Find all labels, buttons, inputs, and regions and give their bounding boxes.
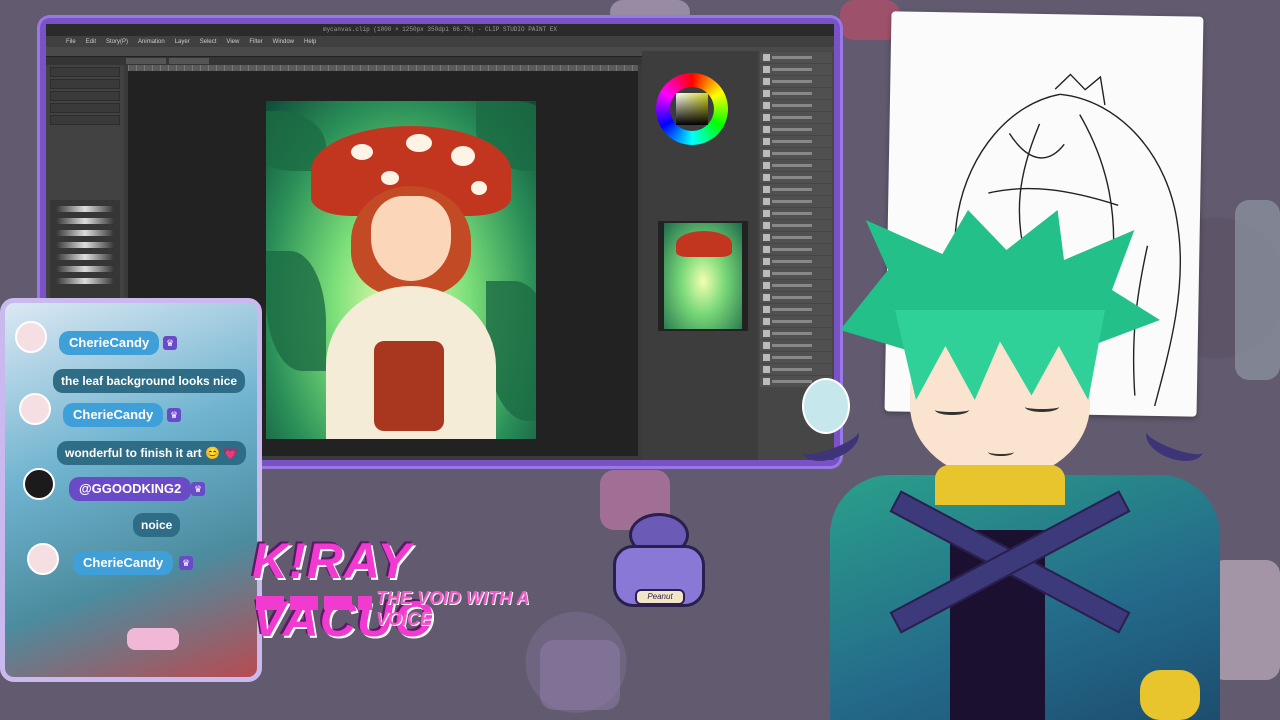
layer-row[interactable] [760, 100, 832, 111]
layer-row[interactable] [760, 76, 832, 87]
brush-preset[interactable] [56, 206, 114, 212]
menu-item-window[interactable]: Window [273, 39, 294, 45]
left-eye [935, 405, 969, 415]
vtuber-avatar [795, 190, 1220, 720]
chat-username: CherieCandy [63, 403, 164, 427]
canvas-tab[interactable] [126, 58, 166, 64]
layer-row[interactable] [760, 64, 832, 75]
background-sticker [1210, 560, 1280, 680]
brush-preset[interactable] [56, 242, 114, 248]
character-corset [374, 341, 444, 431]
menu-item-help[interactable]: Help [304, 39, 316, 45]
logo-subtitle: THE VOID WITH A VOICE [376, 588, 529, 629]
brush-preset[interactable] [56, 218, 114, 224]
layer-row[interactable] [760, 136, 832, 147]
logo-stripes [256, 596, 372, 610]
chat-message: noice [133, 513, 181, 537]
property-row[interactable] [50, 67, 120, 77]
chat-avatar [15, 321, 47, 353]
menu-item-file[interactable]: File [66, 39, 76, 45]
property-row[interactable] [50, 103, 120, 113]
layer-row[interactable] [760, 160, 832, 171]
brush-preset[interactable] [56, 254, 114, 260]
navigator-panel [658, 221, 748, 331]
chat-avatar [23, 468, 55, 500]
chat-message-pill [127, 628, 179, 650]
chat-message: the leaf background looks nice [53, 369, 246, 393]
menu-item-animation[interactable]: Animation [138, 39, 165, 45]
right-horn [1140, 415, 1210, 469]
menu-item-story[interactable]: Story(P) [106, 39, 128, 45]
chat-message: wonderful to finish it art 😊 💗 [57, 441, 247, 465]
chat-avatar [27, 543, 59, 575]
menu-item-layer[interactable]: Layer [175, 39, 190, 45]
character-face [371, 196, 451, 281]
layer-row[interactable] [760, 124, 832, 135]
menu-item-select[interactable]: Select [200, 39, 217, 45]
avatar-mouth [988, 448, 1014, 456]
menu-item-view[interactable]: View [226, 39, 239, 45]
avatar-cuff [1140, 670, 1200, 720]
crown-icon: ♛ [191, 482, 205, 496]
layer-row[interactable] [760, 52, 832, 63]
layer-row[interactable] [760, 88, 832, 99]
navigator-thumbnail[interactable] [664, 223, 742, 329]
layer-row[interactable] [760, 148, 832, 159]
brush-preset[interactable] [56, 230, 114, 236]
chat-username: CherieCandy [73, 551, 174, 575]
menu-item-edit[interactable]: Edit [86, 39, 96, 45]
background-sticker [1235, 200, 1280, 380]
right-eye [1025, 402, 1059, 412]
layer-row[interactable] [760, 172, 832, 183]
avatar-collar [935, 465, 1065, 505]
peanut-car-mascot: Peanut [605, 505, 715, 623]
window-title: mycanvas.clip (1000 × 1250px 350dpi 66.7… [46, 24, 834, 36]
crown-icon: ♛ [179, 556, 193, 570]
streamer-logo: K!RAY VACUO THE VOID WITH A VOICE [252, 532, 582, 647]
property-row[interactable] [50, 79, 120, 89]
mushroom-girl-artwork [266, 101, 536, 439]
crown-icon: ♛ [167, 408, 181, 422]
menu-bar: File Edit Story(P) Animation Layer Selec… [46, 36, 834, 47]
stream-chat-box: CherieCandy ♛ the leaf background looks … [0, 298, 262, 682]
left-horn [795, 415, 865, 469]
menu-item-filter[interactable]: Filter [249, 39, 262, 45]
background-sticker [540, 640, 620, 710]
chat-avatar [19, 393, 51, 425]
property-row[interactable] [50, 91, 120, 101]
mascot-plate: Peanut [635, 589, 685, 605]
brush-preset[interactable] [56, 278, 114, 284]
layer-row[interactable] [760, 112, 832, 123]
brush-preset[interactable] [56, 266, 114, 272]
crown-icon: ♛ [163, 336, 177, 350]
color-picker-square[interactable] [676, 93, 708, 125]
chat-username: @GGOODKING2 [69, 477, 192, 501]
property-row[interactable] [50, 115, 120, 125]
canvas-tab[interactable] [169, 58, 209, 64]
chat-username: CherieCandy [59, 331, 160, 355]
